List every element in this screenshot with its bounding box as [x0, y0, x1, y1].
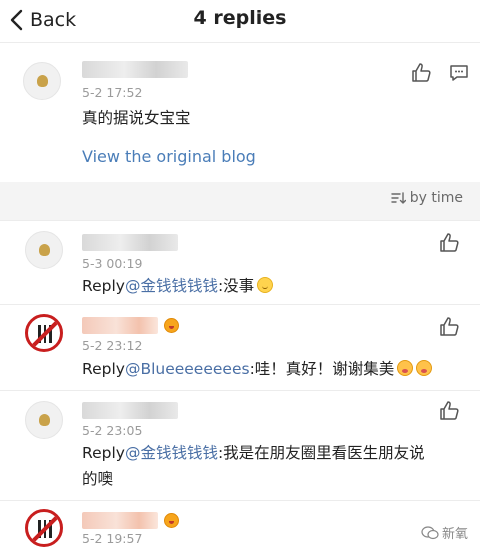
like-button[interactable]	[437, 231, 461, 255]
view-original-blog-link[interactable]: View the original blog	[82, 147, 256, 166]
sort-label: by time	[409, 190, 463, 206]
reply-text: Reply@金钱钱钱钱:没事	[82, 273, 274, 299]
reply-time: 5-2 23:05	[82, 423, 143, 438]
comment-icon	[450, 65, 468, 81]
like-button[interactable]	[409, 61, 433, 85]
reply-item: 5-2 23:12 Reply@Blueeeeeeees:哇！真好！谢谢集美	[0, 304, 480, 390]
reply-text: Reply@金钱钱钱钱:我是在朋友圈里看医生朋友说的噢	[82, 440, 462, 492]
navigation-bar: Back 4 replies	[0, 0, 480, 42]
reply-content-line2: 的噢	[82, 470, 114, 488]
replies-header: by time	[0, 182, 480, 220]
avatar[interactable]	[25, 314, 63, 352]
reply-prefix: Reply	[82, 444, 125, 462]
sort-icon	[391, 192, 406, 204]
emoji-icon	[257, 277, 274, 293]
avatar-slash	[29, 317, 60, 349]
thumbs-up-icon	[440, 401, 459, 420]
post-time: 5-2 17:52	[82, 85, 143, 100]
reply-content: :没事	[217, 277, 255, 295]
username-blurred	[82, 402, 178, 419]
reply-prefix: Reply	[82, 277, 125, 295]
reply-prefix: Reply	[82, 360, 125, 378]
like-button[interactable]	[437, 315, 461, 339]
reply-time: 5-3 00:19	[82, 256, 143, 271]
wechat-logo-icon	[421, 525, 439, 539]
like-button[interactable]	[437, 399, 461, 423]
reply-time: 5-2 23:12	[82, 338, 143, 353]
thumbs-up-icon	[440, 233, 459, 252]
reply-item: 5-2 23:05 Reply@金钱钱钱钱:我是在朋友圈里看医生朋友说的噢	[0, 390, 480, 500]
reply-time: 5-2 19:57	[82, 531, 143, 546]
avatar[interactable]	[25, 509, 63, 547]
username-blurred	[82, 512, 158, 529]
user-badge-icon	[164, 513, 179, 528]
page-title: 4 replies	[193, 7, 287, 29]
watermark: 新氧	[421, 523, 468, 542]
watermark-text: 新氧	[441, 527, 468, 542]
mention-link[interactable]: @金钱钱钱钱	[125, 444, 218, 462]
reply-item: 5-3 00:19 Reply@金钱钱钱钱:没事	[0, 220, 480, 304]
sort-by-time-button[interactable]: by time	[390, 190, 463, 206]
reply-content: :我是在朋友圈里看医生朋友说	[217, 444, 425, 462]
emoji-icon	[416, 360, 433, 376]
avatar-slash	[29, 512, 60, 544]
original-post: 5-2 17:52 真的据说女宝宝 View the original blog	[0, 42, 480, 182]
mention-link[interactable]: @金钱钱钱钱	[125, 277, 218, 295]
username-blurred	[82, 234, 178, 251]
reply-text: Reply@Blueeeeeeees:哇！真好！谢谢集美	[82, 356, 433, 382]
user-badge-icon	[164, 318, 179, 333]
thumbs-up-icon	[440, 317, 459, 336]
mention-link[interactable]: @Blueeeeeeees	[125, 360, 250, 378]
post-text: 真的据说女宝宝	[82, 109, 191, 127]
username-blurred	[82, 61, 188, 78]
emoji-icon	[397, 360, 414, 376]
avatar[interactable]	[25, 231, 63, 269]
avatar[interactable]	[23, 62, 61, 100]
reply-item: 5-2 19:57	[0, 500, 480, 552]
comment-button[interactable]	[447, 61, 471, 85]
reply-content: :哇！真好！谢谢集美	[249, 360, 395, 378]
thumbs-up-icon	[412, 63, 431, 82]
avatar[interactable]	[25, 401, 63, 439]
username-blurred	[82, 317, 158, 334]
